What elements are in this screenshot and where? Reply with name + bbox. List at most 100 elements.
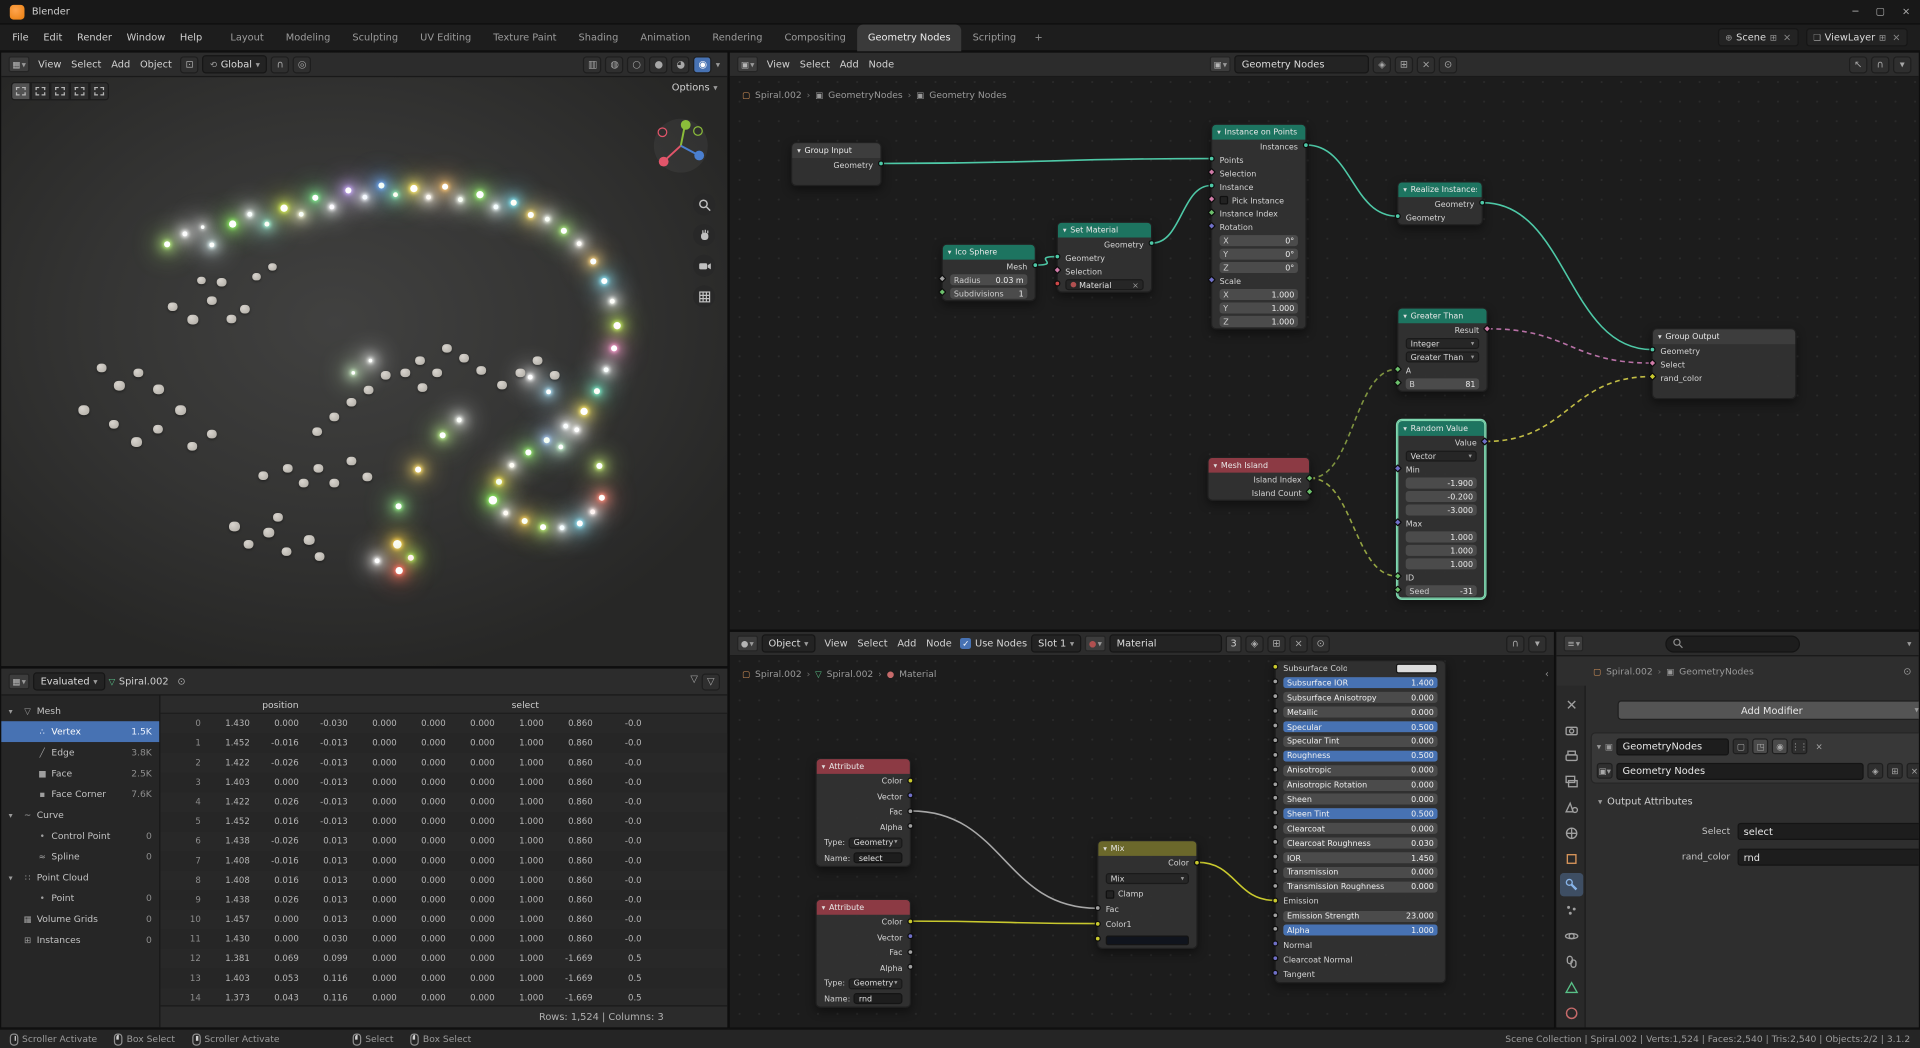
collapse-icon[interactable]: ▾ <box>948 248 952 257</box>
unlink-scene-icon[interactable]: × <box>1783 32 1791 43</box>
node-header[interactable]: ▾ Attribute <box>816 759 910 774</box>
tab-shading[interactable]: Shading <box>568 24 630 51</box>
new-material-icon[interactable]: ⊞ <box>1267 634 1286 653</box>
spreadsheet-table[interactable]: position select 0 1.430 0.000 -0.030 0.000 0.… <box>160 695 728 1006</box>
vector-field[interactable]: -1.900 <box>1405 477 1477 489</box>
menu-edit[interactable]: Edit <box>36 24 70 51</box>
tree-caret-icon[interactable]: ▾ <box>9 706 19 716</box>
material-selector[interactable]: ● Material × <box>1065 279 1144 291</box>
table-row[interactable]: 6 1.438 -0.026 0.013 0.000 0.000 0.000 1.000 0.8… <box>160 831 727 851</box>
vector-field[interactable]: 1.000 <box>1405 558 1477 570</box>
node-header[interactable]: ▾ Group Input <box>792 143 881 158</box>
new-node-tree-icon[interactable]: ⊞ <box>1394 55 1414 73</box>
properties-tab-particles[interactable] <box>1560 899 1583 922</box>
input-socket[interactable] <box>1272 911 1279 918</box>
interaction-mode-icon[interactable]: ⊡ <box>180 55 199 73</box>
new-scene-icon[interactable]: ⊞ <box>1770 32 1777 42</box>
breadcrumb-item[interactable]: Spiral.002 <box>827 669 874 680</box>
menu-node[interactable]: Node <box>864 59 899 70</box>
tab-scripting[interactable]: Scripting <box>962 24 1028 51</box>
node-attribute-rnd[interactable]: ▾ Attribute Color Vector Fac Alpha Type: Geomet… <box>815 898 914 1008</box>
viewport-options-dropdown[interactable]: Options ▾ <box>672 82 718 93</box>
tab-rendering[interactable]: Rendering <box>701 24 773 51</box>
input-socket[interactable] <box>1272 795 1279 802</box>
tab-uv-editing[interactable]: UV Editing <box>409 24 482 51</box>
menu-select[interactable]: Select <box>852 638 892 649</box>
data-tree-item-instances[interactable]: ⊞ Instances 0 <box>1 929 159 950</box>
tab-geometry-nodes[interactable]: Geometry Nodes <box>856 23 962 51</box>
node-ico-sphere[interactable]: ▾ Ico Sphere Mesh Radius 0.03 m Subdivisions 1 <box>937 243 1039 302</box>
input-socket[interactable] <box>1272 897 1279 904</box>
input-socket[interactable] <box>1394 213 1401 220</box>
dropdown[interactable]: Geometry ▾ <box>848 978 903 990</box>
slider-field[interactable]: Emission Strength 23.000 <box>1283 910 1438 922</box>
filter-options-icon[interactable]: ▾ <box>1907 639 1911 649</box>
use-nodes-checkbox[interactable]: ✓ Use Nodes <box>960 637 1027 649</box>
modifier-name-field[interactable]: GeometryNodes <box>1616 737 1730 755</box>
input-socket[interactable] <box>1272 722 1279 729</box>
output-socket[interactable] <box>1193 859 1201 866</box>
data-tree-item-vertex[interactable]: ∴ Vertex 1.5K <box>1 721 160 743</box>
material-browse-icon[interactable]: ● ▾ <box>1085 635 1106 652</box>
table-row[interactable]: 10 1.457 0.000 0.013 0.000 0.000 0.000 1.000 0.8… <box>160 910 727 930</box>
geometry-node-editor[interactable]: ▾ Group Input Geometry ▾ Ico Sphere Mesh Radiu… <box>728 51 1920 631</box>
slider-field[interactable]: Sheen 0.000 <box>1283 794 1438 806</box>
pan-tool-icon[interactable] <box>693 224 716 247</box>
node-instance-on-points[interactable]: ▾ Instance on Points Instances Points Select… <box>1207 123 1309 330</box>
node-tree-selector[interactable]: Geometry Nodes <box>1234 55 1370 74</box>
collapse-icon[interactable]: ▾ <box>1403 312 1407 321</box>
menu-node[interactable]: Node <box>921 638 956 649</box>
node-principled-bsdf[interactable]: Subsurface Color Subsurface IOR 1.400 Subsu… <box>1272 660 1447 983</box>
dropdown[interactable]: Integer ▾ <box>1405 337 1480 349</box>
menu-add[interactable]: Add <box>835 59 864 70</box>
dropdown[interactable]: Geometry ▾ <box>848 837 903 849</box>
material-slot-dropdown[interactable]: Slot 1 ▾ <box>1030 634 1082 653</box>
properties-tab-scene[interactable] <box>1560 796 1583 819</box>
output-socket[interactable] <box>907 948 914 955</box>
node-header[interactable]: ▾ Instance on Points <box>1212 124 1306 140</box>
properties-tab-physics[interactable] <box>1560 924 1583 947</box>
collapse-icon[interactable]: ▾ <box>1063 226 1067 235</box>
attr-rand-color-field[interactable]: rnd <box>1737 848 1919 866</box>
pin-icon[interactable]: ⊙ <box>1311 634 1330 653</box>
input-socket[interactable] <box>1094 935 1101 942</box>
properties-tab-world[interactable] <box>1560 822 1583 845</box>
tab-compositing[interactable]: Compositing <box>773 24 856 51</box>
overlays-toggle-icon[interactable]: ◍ <box>605 55 624 73</box>
shading-solid-icon[interactable]: ● <box>649 55 668 73</box>
color-swatch[interactable] <box>1395 663 1438 674</box>
input-socket[interactable] <box>1272 693 1279 700</box>
table-row[interactable]: 13 1.403 0.053 0.116 0.000 0.000 0.000 1.000 -1.… <box>160 968 728 989</box>
tool-select-box-button[interactable] <box>30 82 51 101</box>
remove-modifier-icon[interactable]: × <box>1811 738 1827 754</box>
data-tree-item-point[interactable]: • Point 0 <box>1 888 159 909</box>
node-header[interactable]: ▾ Greater Than <box>1398 308 1487 324</box>
tab-texture-paint[interactable]: Texture Paint <box>482 24 567 51</box>
collapse-icon[interactable]: ▾ <box>797 146 801 155</box>
data-tree-item-mesh[interactable]: ▾ ▽ Mesh <box>1 700 159 721</box>
slider-field[interactable]: Sheen Tint 0.500 <box>1283 808 1438 820</box>
data-tree-item-point-cloud[interactable]: ▾ ∷ Point Cloud <box>1 867 159 888</box>
menu-file[interactable]: File <box>5 24 36 51</box>
input-socket[interactable] <box>1272 838 1279 846</box>
tab-sculpting[interactable]: Sculpting <box>341 24 409 51</box>
input-socket[interactable] <box>1208 182 1215 189</box>
input-socket[interactable] <box>1054 280 1061 287</box>
node-group-input[interactable]: ▾ Group Input Geometry <box>791 142 885 187</box>
data-tree-item-face-corner[interactable]: ▪ Face Corner 7.6K <box>1 784 159 805</box>
properties-editor[interactable]: ≡ ▾ ▾ ▢ Spiral.002 › ▣ GeometryNodes ⊙ Add Mo… <box>1555 630 1920 1029</box>
checkbox[interactable] <box>1219 195 1229 205</box>
color-swatch[interactable] <box>1105 935 1189 946</box>
vector-field[interactable]: Y 0° <box>1219 248 1298 260</box>
maximize-button[interactable]: ▢ <box>1876 6 1885 17</box>
collapse-icon[interactable]: ▾ <box>1403 424 1407 433</box>
slider-field[interactable]: Anisotropic Rotation 0.000 <box>1283 779 1438 791</box>
input-socket[interactable] <box>1272 969 1279 977</box>
tab-animation[interactable]: Animation <box>629 24 701 51</box>
dropdown[interactable]: Greater Than ▾ <box>1405 351 1480 363</box>
3d-viewport[interactable]: Options ▾ ▦ ▾ View Select Add Object ⊡ ⟲ G <box>0 51 729 668</box>
breadcrumb-item[interactable]: Spiral.002 <box>755 89 802 100</box>
node-tree-browse-icon[interactable]: ▣ ▾ <box>1209 56 1231 73</box>
breadcrumb-item[interactable]: Spiral.002 <box>755 669 802 680</box>
table-row[interactable]: 8 1.408 0.016 0.013 0.000 0.000 0.000 1.000 0.86… <box>160 871 727 891</box>
